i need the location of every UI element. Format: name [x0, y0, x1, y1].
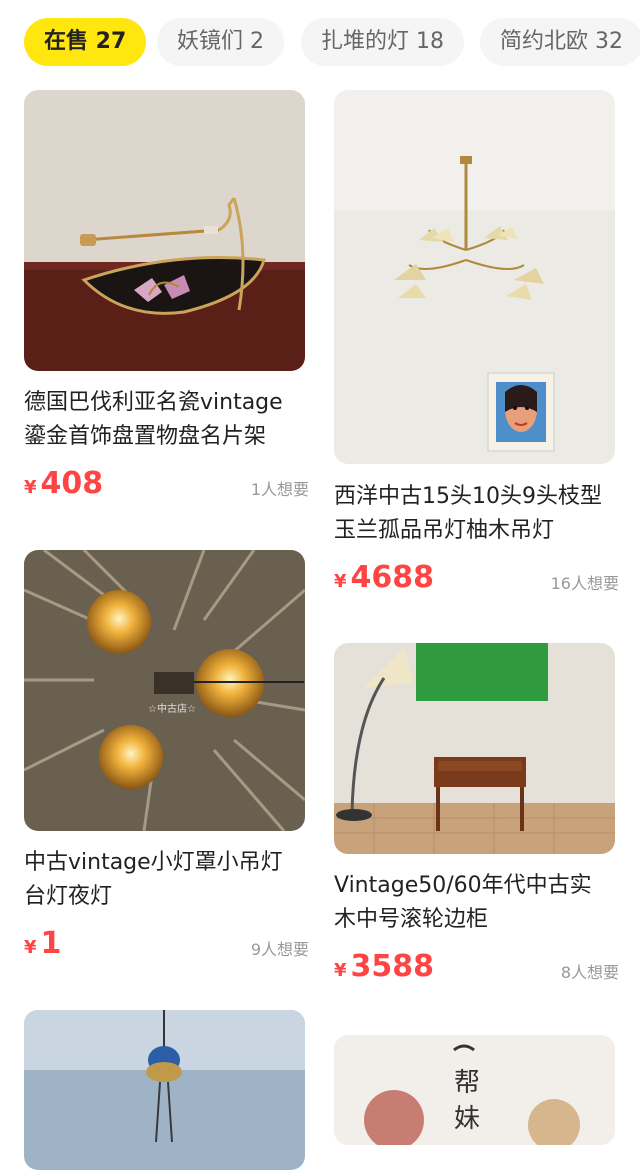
price-value: 3588	[350, 949, 435, 984]
product-title: Vintage50/60年代中古实 木中号滚轮边柜	[334, 873, 592, 932]
want-count: 1人想要	[250, 480, 309, 499]
product-image[interactable]	[334, 90, 615, 464]
product-price: ¥408	[24, 466, 103, 501]
watermark-text: ☆中古店☆	[148, 704, 196, 715]
tab-mirrors[interactable]: 妖镜们 2	[157, 18, 284, 66]
product-title: 中古vintage小灯罩小吊灯 台灯夜灯	[24, 850, 283, 909]
product-title: 西洋中古15头10头9头枝型 玉兰孤品吊灯柚木吊灯	[334, 484, 602, 543]
tab-nordic[interactable]: 简约北欧 32	[480, 18, 640, 66]
product-price: ¥4688	[334, 560, 434, 595]
currency-symbol: ¥	[334, 960, 347, 981]
product-image[interactable]: 帮 妹	[334, 1035, 615, 1145]
want-count: 16人想要	[550, 574, 619, 593]
product-price: ¥3588	[334, 949, 434, 984]
category-tab-bar: 在售 27 妖镜们 2 扎堆的灯 18 简约北欧 32	[0, 0, 640, 88]
currency-symbol: ¥	[24, 477, 37, 498]
want-count: 8人想要	[560, 963, 619, 982]
product-image[interactable]	[334, 643, 615, 854]
product-title: 德国巴伐利亚名瓷vintage 鎏金首饰盘置物盘名片架	[24, 390, 283, 449]
price-value: 1	[40, 926, 62, 961]
product-price: ¥1	[24, 926, 61, 961]
image-caption-text: 帮 妹	[454, 1068, 481, 1134]
tab-on-sale[interactable]: 在售 27	[24, 18, 147, 66]
currency-symbol: ¥	[24, 937, 37, 958]
currency-symbol: ¥	[334, 571, 347, 592]
product-image[interactable]	[24, 90, 305, 371]
tab-lamps[interactable]: 扎堆的灯 18	[301, 18, 464, 66]
product-image[interactable]	[24, 1010, 305, 1170]
want-count: 9人想要	[250, 940, 309, 959]
price-value: 408	[40, 466, 104, 501]
price-value: 4688	[350, 560, 435, 595]
product-image[interactable]: ☆中古店☆	[24, 550, 305, 831]
